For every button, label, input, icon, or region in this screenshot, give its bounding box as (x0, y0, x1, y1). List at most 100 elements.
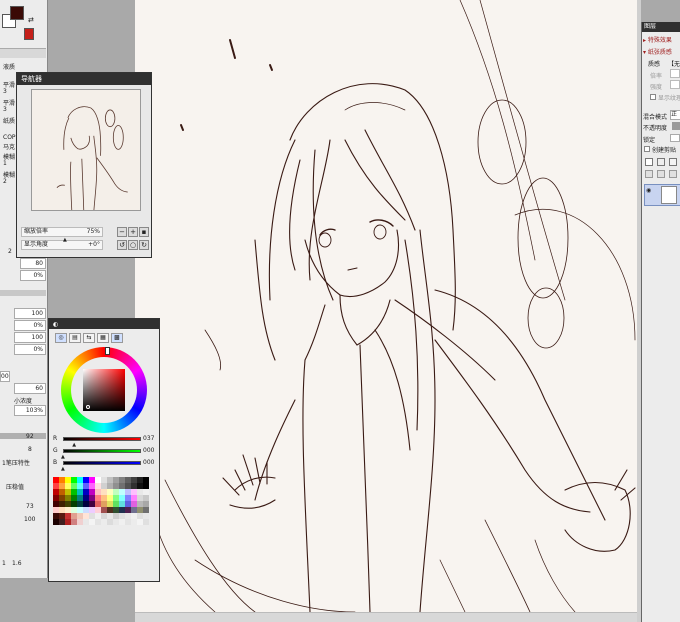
r-slider-handle[interactable]: ▲ (72, 442, 76, 448)
opacity-slider[interactable] (672, 122, 680, 130)
zoom-label: 缩放倍率 (24, 228, 49, 235)
pressure-label: 1笔压特性 (2, 460, 30, 467)
sv-marker[interactable] (86, 405, 90, 409)
lock-checkbox[interactable] (670, 134, 680, 142)
g-slider[interactable] (63, 449, 141, 453)
sketch-artwork (154, 0, 636, 612)
r-slider[interactable] (63, 437, 141, 441)
g-slider-handle[interactable]: ▲ (61, 454, 65, 460)
pressure-max-value: 100 (24, 516, 36, 523)
layer-thumbnail (661, 186, 677, 204)
zoom-reset-button[interactable]: ▪ (139, 227, 149, 237)
zoom-out-button[interactable]: − (117, 227, 127, 237)
rgb-mode-button[interactable]: ▤ (69, 333, 81, 343)
rotate-value: +0° (88, 241, 100, 248)
navigator-preview (56, 106, 128, 210)
special-effects-toggle[interactable]: ▸ 特殊效果 (643, 35, 672, 44)
min-density-value[interactable]: 103% (14, 405, 46, 416)
color-panel: ◐ ◎ ▤ ⇆ ▦ ▩ R ▲ 037 G ▲ 000 B ▲ 000 (48, 318, 160, 582)
clipping-label: 创建剪贴 (652, 147, 677, 154)
size-prefix: 2 (8, 248, 12, 255)
g-slider-label: G (53, 447, 58, 454)
texture-value[interactable]: 【无】 (668, 59, 680, 68)
rotate-right-button[interactable]: ↻ (139, 240, 149, 250)
navigator-title: 导航器 (17, 73, 151, 85)
b-slider[interactable] (63, 461, 141, 465)
hsv-mode-button[interactable]: ⇆ (83, 333, 95, 343)
blend-value[interactable]: 0% (14, 320, 46, 331)
strength-field[interactable] (670, 80, 680, 89)
rotate-row[interactable]: 显示角度 +0° (21, 240, 103, 250)
paper-texture-toggle[interactable]: ▾ 纸张质感 (643, 47, 672, 56)
bottom-value-16: 1.6 (12, 560, 22, 567)
min-density-label: 小浓度 (14, 398, 33, 405)
dilution-value[interactable]: 100 (14, 332, 46, 343)
navigator-thumbnail[interactable] (31, 89, 141, 211)
zoom-in-button[interactable]: + (128, 227, 138, 237)
blend-mode-label: 混合模式 (643, 114, 668, 121)
primary-color-swatch[interactable] (10, 6, 24, 20)
clear-layer-icon[interactable] (657, 170, 665, 178)
rotate-label: 显示角度 (24, 241, 49, 248)
edge-value[interactable]: 00 (0, 371, 10, 382)
zoom-slider-marker[interactable]: ▲ (63, 237, 67, 243)
zoom-row[interactable]: 缩放倍率 75% (21, 227, 103, 237)
hue-marker[interactable] (105, 347, 110, 355)
hardness-value[interactable]: 60 (14, 383, 46, 394)
merge-down-icon[interactable] (645, 170, 653, 178)
bottom-value-1: 1 (2, 560, 6, 567)
density-bar[interactable] (0, 290, 46, 296)
layer-panel-title: 图层 (642, 22, 680, 32)
palette-mode-button[interactable]: ▦ (97, 333, 109, 343)
horizontal-scrollbar[interactable] (135, 612, 637, 622)
strength-label: 强度 (650, 84, 663, 91)
rotate-left-button[interactable]: ↺ (117, 240, 127, 250)
lock-label: 锁定 (643, 137, 656, 144)
mixer-mode-button[interactable]: ▩ (111, 333, 123, 343)
new-layer-icon[interactable] (645, 158, 653, 166)
drawing-canvas[interactable] (135, 0, 637, 612)
blend-mode-select[interactable]: 正 (670, 110, 680, 120)
scale-label: 倍率 (650, 73, 663, 80)
stabilizer-label: 压稳值 (6, 484, 25, 491)
opacity-label: 不透明度 (643, 125, 668, 132)
copy-layer-icon[interactable] (669, 158, 677, 166)
scale-field[interactable] (670, 69, 680, 78)
tool-section-divider (0, 48, 46, 58)
blend-mode-value: 正 (671, 111, 678, 118)
palette-swatch[interactable] (143, 519, 149, 525)
rotate-reset-button[interactable]: ○ (128, 240, 138, 250)
show-texture-checkbox[interactable] (650, 94, 656, 100)
delete-layer-icon[interactable] (669, 170, 677, 178)
r-slider-label: R (53, 435, 58, 442)
texture-label: 质感 (648, 61, 661, 68)
zoom-value: 75% (86, 228, 100, 235)
accent-color-swatch[interactable] (24, 28, 34, 40)
pressure-curve-value: 8 (28, 446, 32, 453)
new-folder-icon[interactable] (657, 158, 665, 166)
stabilizer-value: 73 (26, 503, 34, 510)
layer-row-active[interactable]: ◉ (644, 184, 680, 206)
swap-colors-icon[interactable]: ⇄ (28, 16, 34, 24)
layer-panel: 图层 ▸ 特殊效果 ▾ 纸张质感 质感 【无】 倍率 强度 显示纹理 混合模式 … (641, 22, 680, 622)
persistence-value[interactable]: 0% (14, 344, 46, 355)
wheel-mode-button[interactable]: ◎ (55, 333, 67, 343)
density-value[interactable]: 100 (14, 308, 46, 319)
layer-visibility-eye-icon[interactable]: ◉ (646, 187, 651, 194)
color-wheel-icon: ◐ (53, 321, 59, 328)
clipping-checkbox[interactable] (644, 146, 650, 152)
g-value: 000 (143, 447, 155, 454)
color-panel-titlebar: ◐ (49, 319, 159, 329)
max-density-value: 92 (26, 433, 34, 440)
show-texture-label: 显示纹理 (658, 95, 680, 102)
b-value: 000 (143, 459, 155, 466)
navigator-panel: 导航器 缩放倍率 75% − + ▪ 显示角度 +0° ↺ ○ ↻ ▲ (16, 72, 152, 258)
r-value: 037 (143, 435, 155, 442)
size-value[interactable]: 80 (20, 258, 46, 269)
max-density-bar[interactable] (0, 433, 46, 439)
tool-param-label: 液质 (3, 64, 16, 71)
b-slider-label: B (53, 459, 58, 466)
min-size-value[interactable]: 0% (20, 270, 46, 281)
color-palette-grid[interactable] (53, 477, 149, 579)
b-slider-handle[interactable]: ▲ (61, 466, 65, 472)
